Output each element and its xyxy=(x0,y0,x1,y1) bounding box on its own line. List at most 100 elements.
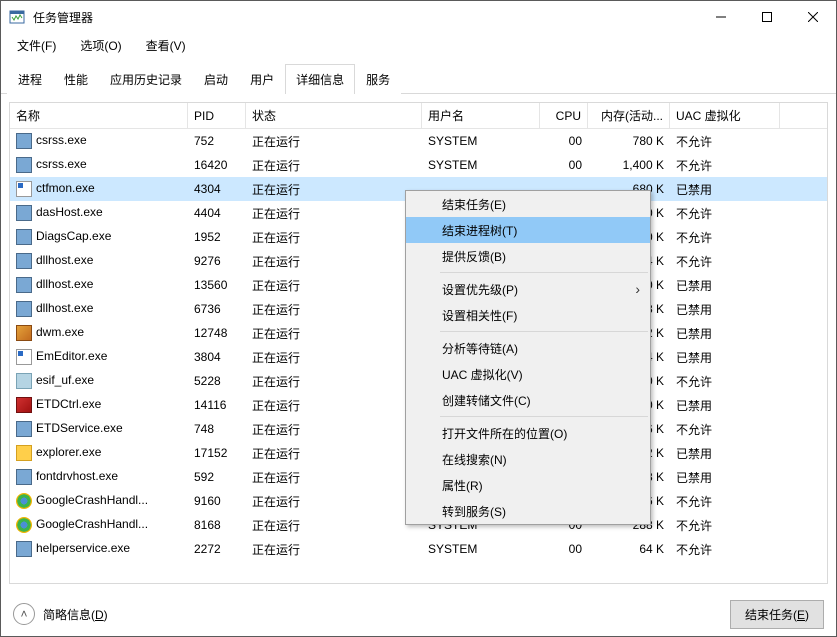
minimize-button[interactable] xyxy=(698,2,744,32)
col-pid[interactable]: PID xyxy=(188,103,246,128)
titlebar[interactable]: 任务管理器 xyxy=(1,1,836,33)
cell-pid: 17152 xyxy=(188,446,246,460)
cell-pid: 8168 xyxy=(188,518,246,532)
ctx-provide-feedback[interactable]: 提供反馈(B) xyxy=(406,243,650,269)
table-row[interactable]: csrss.exe16420正在运行SYSTEM001,400 K不允许 xyxy=(10,153,827,177)
cell-user: SYSTEM xyxy=(422,134,540,148)
fewer-details-link[interactable]: ˄ 简略信息(D) xyxy=(13,603,108,625)
cell-status: 正在运行 xyxy=(246,469,422,486)
ctx-open-file-location[interactable]: 打开文件所在的位置(O) xyxy=(406,420,650,446)
process-icon xyxy=(16,469,32,485)
table-row[interactable]: csrss.exe752正在运行SYSTEM00780 K不允许 xyxy=(10,129,827,153)
cell-pid: 1952 xyxy=(188,230,246,244)
maximize-button[interactable] xyxy=(744,2,790,32)
ctx-set-priority[interactable]: 设置优先级(P) xyxy=(406,276,650,302)
process-icon xyxy=(16,517,32,533)
cell-name: esif_uf.exe xyxy=(10,373,188,389)
cell-uac: 已禁用 xyxy=(670,349,780,366)
end-task-button[interactable]: 结束任务(E) xyxy=(730,600,824,629)
cell-status: 正在运行 xyxy=(246,349,422,366)
ctx-search-online[interactable]: 在线搜索(N) xyxy=(406,446,650,472)
ctx-end-task[interactable]: 结束任务(E) xyxy=(406,191,650,217)
tab-users[interactable]: 用户 xyxy=(239,64,285,94)
cell-pid: 748 xyxy=(188,422,246,436)
ctx-properties[interactable]: 属性(R) xyxy=(406,472,650,498)
cell-status: 正在运行 xyxy=(246,325,422,342)
ctx-go-to-service[interactable]: 转到服务(S) xyxy=(406,498,650,524)
process-icon xyxy=(16,253,32,269)
col-uac[interactable]: UAC 虚拟化 xyxy=(670,103,780,128)
cell-uac: 不允许 xyxy=(670,157,780,174)
cell-cpu: 00 xyxy=(540,158,588,172)
cell-status: 正在运行 xyxy=(246,517,422,534)
cell-status: 正在运行 xyxy=(246,277,422,294)
close-button[interactable] xyxy=(790,2,836,32)
menu-file[interactable]: 文件(F) xyxy=(11,35,62,56)
cell-uac: 不允许 xyxy=(670,205,780,222)
cell-name: dwm.exe xyxy=(10,325,188,341)
cell-cpu: 00 xyxy=(540,542,588,556)
process-icon xyxy=(16,157,32,173)
tab-details[interactable]: 详细信息 xyxy=(285,64,355,94)
col-memory[interactable]: 内存(活动... xyxy=(588,103,670,128)
menu-options[interactable]: 选项(O) xyxy=(74,35,127,56)
cell-uac: 已禁用 xyxy=(670,301,780,318)
tab-startup[interactable]: 启动 xyxy=(193,64,239,94)
tab-performance[interactable]: 性能 xyxy=(53,64,99,94)
cell-pid: 6736 xyxy=(188,302,246,316)
cell-memory: 780 K xyxy=(588,134,670,148)
col-cpu[interactable]: CPU xyxy=(540,103,588,128)
cell-uac: 已禁用 xyxy=(670,277,780,294)
cell-name: DiagsCap.exe xyxy=(10,229,188,245)
cell-status: 正在运行 xyxy=(246,253,422,270)
cell-name: csrss.exe xyxy=(10,157,188,173)
cell-uac: 已禁用 xyxy=(670,397,780,414)
cell-uac: 已禁用 xyxy=(670,469,780,486)
col-status[interactable]: 状态 xyxy=(246,103,422,128)
process-icon xyxy=(16,133,32,149)
tab-processes[interactable]: 进程 xyxy=(7,64,53,94)
minimize-icon xyxy=(716,12,726,22)
cell-status: 正在运行 xyxy=(246,229,422,246)
cell-user: SYSTEM xyxy=(422,542,540,556)
process-icon xyxy=(16,205,32,221)
process-icon xyxy=(16,493,32,509)
cell-name: dasHost.exe xyxy=(10,205,188,221)
cell-name: helperservice.exe xyxy=(10,541,188,557)
process-icon xyxy=(16,541,32,557)
menu-view[interactable]: 查看(V) xyxy=(140,35,192,56)
cell-pid: 14116 xyxy=(188,398,246,412)
tab-services[interactable]: 服务 xyxy=(355,64,401,94)
cell-uac: 已禁用 xyxy=(670,445,780,462)
cell-user: SYSTEM xyxy=(422,158,540,172)
cell-status: 正在运行 xyxy=(246,397,422,414)
cell-name: csrss.exe xyxy=(10,133,188,149)
tab-app-history[interactable]: 应用历史记录 xyxy=(99,64,193,94)
cell-pid: 9276 xyxy=(188,254,246,268)
cell-uac: 不允许 xyxy=(670,493,780,510)
table-row[interactable]: helperservice.exe2272正在运行SYSTEM0064 K不允许 xyxy=(10,537,827,561)
cell-pid: 12748 xyxy=(188,326,246,340)
cell-name: dllhost.exe xyxy=(10,277,188,293)
process-icon xyxy=(16,349,32,365)
maximize-icon xyxy=(762,12,772,22)
ctx-set-affinity[interactable]: 设置相关性(F) xyxy=(406,302,650,328)
cell-name: ETDService.exe xyxy=(10,421,188,437)
cell-pid: 2272 xyxy=(188,542,246,556)
cell-status: 正在运行 xyxy=(246,445,422,462)
cell-uac: 不允许 xyxy=(670,133,780,150)
col-user[interactable]: 用户名 xyxy=(422,103,540,128)
process-icon xyxy=(16,301,32,317)
cell-pid: 5228 xyxy=(188,374,246,388)
cell-uac: 不允许 xyxy=(670,373,780,390)
ctx-create-dump[interactable]: 创建转储文件(C) xyxy=(406,387,650,413)
col-name[interactable]: 名称 xyxy=(10,103,188,128)
cell-name: EmEditor.exe xyxy=(10,349,188,365)
cell-pid: 752 xyxy=(188,134,246,148)
cell-uac: 已禁用 xyxy=(670,325,780,342)
ctx-end-process-tree[interactable]: 结束进程树(T) xyxy=(406,217,650,243)
process-icon xyxy=(16,181,32,197)
cell-status: 正在运行 xyxy=(246,301,422,318)
ctx-analyze-wait-chain[interactable]: 分析等待链(A) xyxy=(406,335,650,361)
ctx-uac-virtualization[interactable]: UAC 虚拟化(V) xyxy=(406,361,650,387)
